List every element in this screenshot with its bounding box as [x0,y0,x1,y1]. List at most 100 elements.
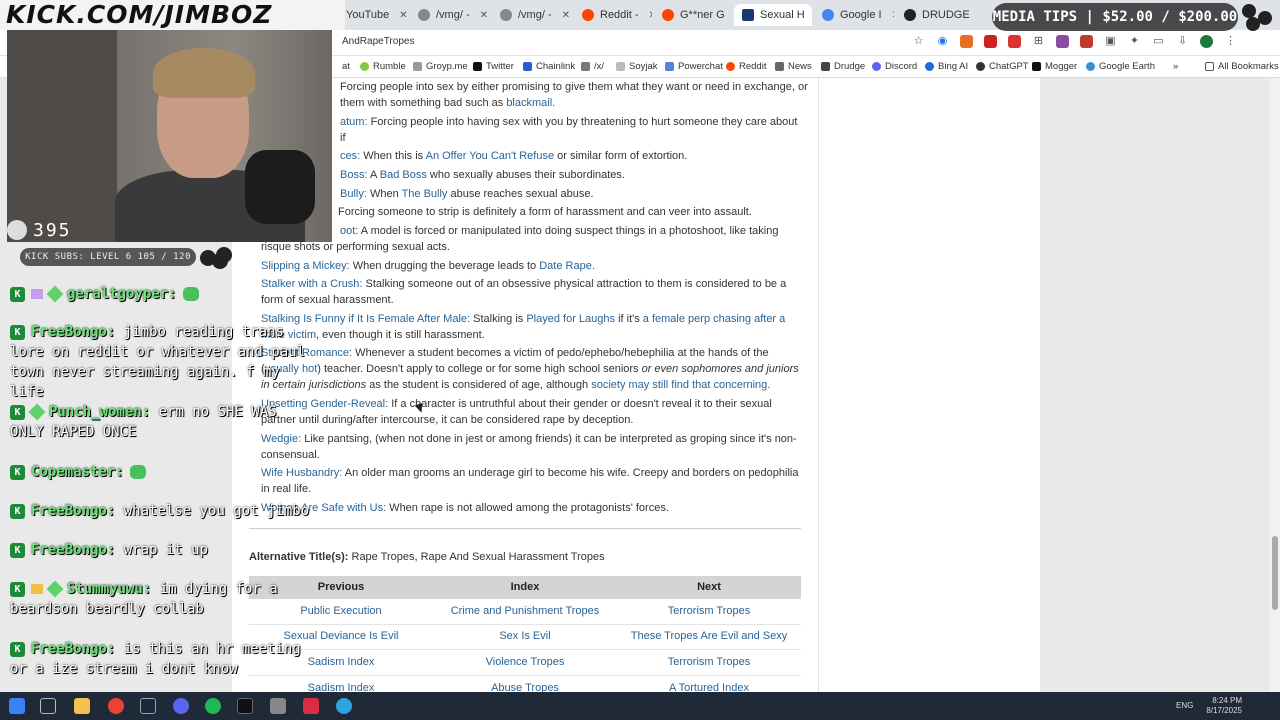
tab-reddit[interactable]: Reddit - ✕ [574,4,652,26]
close-icon[interactable]: ✕ [562,10,570,21]
tab-drudge[interactable]: DRUDGE ✕ [896,4,972,26]
nav-link-index[interactable]: Sex Is Evil [433,630,617,642]
close-icon[interactable]: ✕ [649,10,652,21]
windows-start-icon[interactable] [9,698,25,714]
kick-badge-icon: K [10,464,25,480]
trope-link[interactable]: blackmail. [506,97,555,109]
sidebar-icon[interactable]: ▭ [1152,35,1165,48]
extension-icon[interactable]: ◉ [936,35,949,48]
nav-link-next[interactable]: Terrorism Tropes [617,656,801,668]
star-icon[interactable]: ☆ [912,35,925,48]
language-indicator[interactable]: ENG [1176,701,1193,711]
bookmark-drudge[interactable]: Drudge [821,61,865,72]
close-icon[interactable]: ✕ [480,10,488,21]
bookmark-bing[interactable]: Bing AI [925,61,968,72]
bookmark-chatgpt[interactable]: ChatGPT [976,61,1029,72]
close-icon[interactable]: ✕ [892,10,894,21]
scrollbar[interactable] [1270,78,1280,692]
telegram-icon[interactable] [336,698,352,714]
file-explorer-icon[interactable] [74,698,90,714]
chat-username: Stummyuwu: [67,581,152,597]
trope-name[interactable]: oot: [340,225,358,237]
steam-icon[interactable] [140,698,156,714]
tab-google[interactable]: Google I ✕ [814,4,894,26]
groyp-icon [413,62,422,71]
trope-entry: Bully: When The Bully abuse reaches sexu… [340,186,800,202]
profile-icon[interactable] [1200,35,1213,48]
extension-icon[interactable] [984,35,997,48]
clock[interactable]: 8:24 PM 8/17/2025 [1200,696,1242,716]
chat-username: FreeBongo: [31,503,116,519]
task-view-icon[interactable] [40,698,56,714]
terminal-icon[interactable] [237,698,253,714]
trope-text: Forcing people into sex by either promis… [340,81,808,109]
bookmark-x[interactable]: /x/ [581,61,604,72]
webcam-wall [7,30,117,242]
bookmark-soyjak[interactable]: Soyjak [616,61,658,72]
chat-message: K FreeBongo: wrap it up [10,540,310,560]
trope-name[interactable]: ces: [340,150,360,162]
trope-name[interactable]: Bully: [340,188,367,200]
bookmark-groyp[interactable]: Groyp.me [413,61,468,72]
globe-icon [1086,62,1095,71]
app-icon[interactable] [270,698,286,714]
trope-link[interactable]: Played for Laughs [526,313,615,325]
spotify-icon[interactable] [205,698,221,714]
microphone-icon [245,150,315,224]
bookmark-rumble[interactable]: Rumble [360,61,406,72]
bookmark-discord[interactable]: Discord [872,61,917,72]
trope-link[interactable]: Bad Boss [380,169,427,181]
menu-icon[interactable]: ⋮ [1224,35,1237,48]
tab-youtube[interactable]: YouTube ✕ [338,4,410,26]
scrollbar-thumb[interactable] [1272,536,1278,610]
nav-link-next[interactable]: Terrorism Tropes [617,605,801,617]
bookmark-news[interactable]: News [775,61,812,72]
extension-icon[interactable]: ▣ [1104,35,1117,48]
trope-link[interactable]: The Bully [402,188,448,200]
tab-label: Reddit - [600,9,639,21]
chrome-icon[interactable] [108,698,124,714]
download-icon[interactable]: ⇩ [1176,35,1189,48]
bookmark-partial[interactable]: at [342,61,350,72]
bookmark-twitter[interactable]: Twitter [473,61,514,72]
tab-vmg-2[interactable]: /vmg/ - ✕ [492,4,572,26]
bookmark-powerchat[interactable]: Powerchat [665,61,723,72]
chevron-right-icon[interactable]: » [1173,61,1178,72]
trope-link[interactable]: society may still find that concerning. [591,379,770,391]
extension-icon[interactable] [960,35,973,48]
discord-icon[interactable] [173,698,189,714]
trope-name[interactable]: Boss: [340,169,368,181]
bookmark-reddit[interactable]: Reddit [726,61,766,72]
extension-icon[interactable] [1080,35,1093,48]
extension-icon[interactable] [1008,35,1021,48]
trope-name[interactable]: atum: [340,116,368,128]
app-icon[interactable] [303,698,319,714]
bookmark-google-earth[interactable]: Google Earth [1086,61,1155,72]
trope-link[interactable]: An Offer You Can't Refuse [426,150,554,162]
tab-gamer[interactable]: G**ner G ✕ [654,4,732,26]
kick-badge-icon: K [10,542,25,558]
trope-link[interactable]: Date Rape. [539,260,595,272]
tab-sexual-harassment[interactable]: Sexual H ✕ [734,4,812,26]
puzzle-icon[interactable]: ✦ [1128,35,1141,48]
nav-link-next[interactable]: These Tropes Are Evil and Sexy [617,630,801,642]
nav-link-index[interactable]: Crime and Punishment Tropes [433,605,617,617]
bookmark-chainlink[interactable]: Chainlink [523,61,575,72]
all-bookmarks[interactable]: All Bookmarks [1205,61,1279,72]
bookmark-mogger[interactable]: Mogger [1032,61,1077,72]
stream-logo-banner: KICK.COM/JIMBOZ [0,0,345,30]
extension-icon[interactable] [1056,35,1069,48]
extension-icon[interactable]: ⊞ [1032,35,1045,48]
nav-link-index[interactable]: Violence Tropes [433,656,617,668]
bookmark-label: Soyjak [629,61,658,72]
folder-icon [775,62,784,71]
url-text[interactable]: AndRapeTropes [342,36,414,47]
trope-name[interactable]: Slipping a Mickey: [261,260,350,272]
trope-text: Forcing people into having sex with you … [340,116,798,144]
tab-vmg-1[interactable]: /vmg/ - ✕ [410,4,490,26]
trope-text: if it's [615,313,643,325]
kick-badge-icon: K [10,641,25,657]
close-icon[interactable]: ✕ [399,10,407,21]
folder-icon [1205,62,1214,71]
chainlink-icon [523,62,532,71]
